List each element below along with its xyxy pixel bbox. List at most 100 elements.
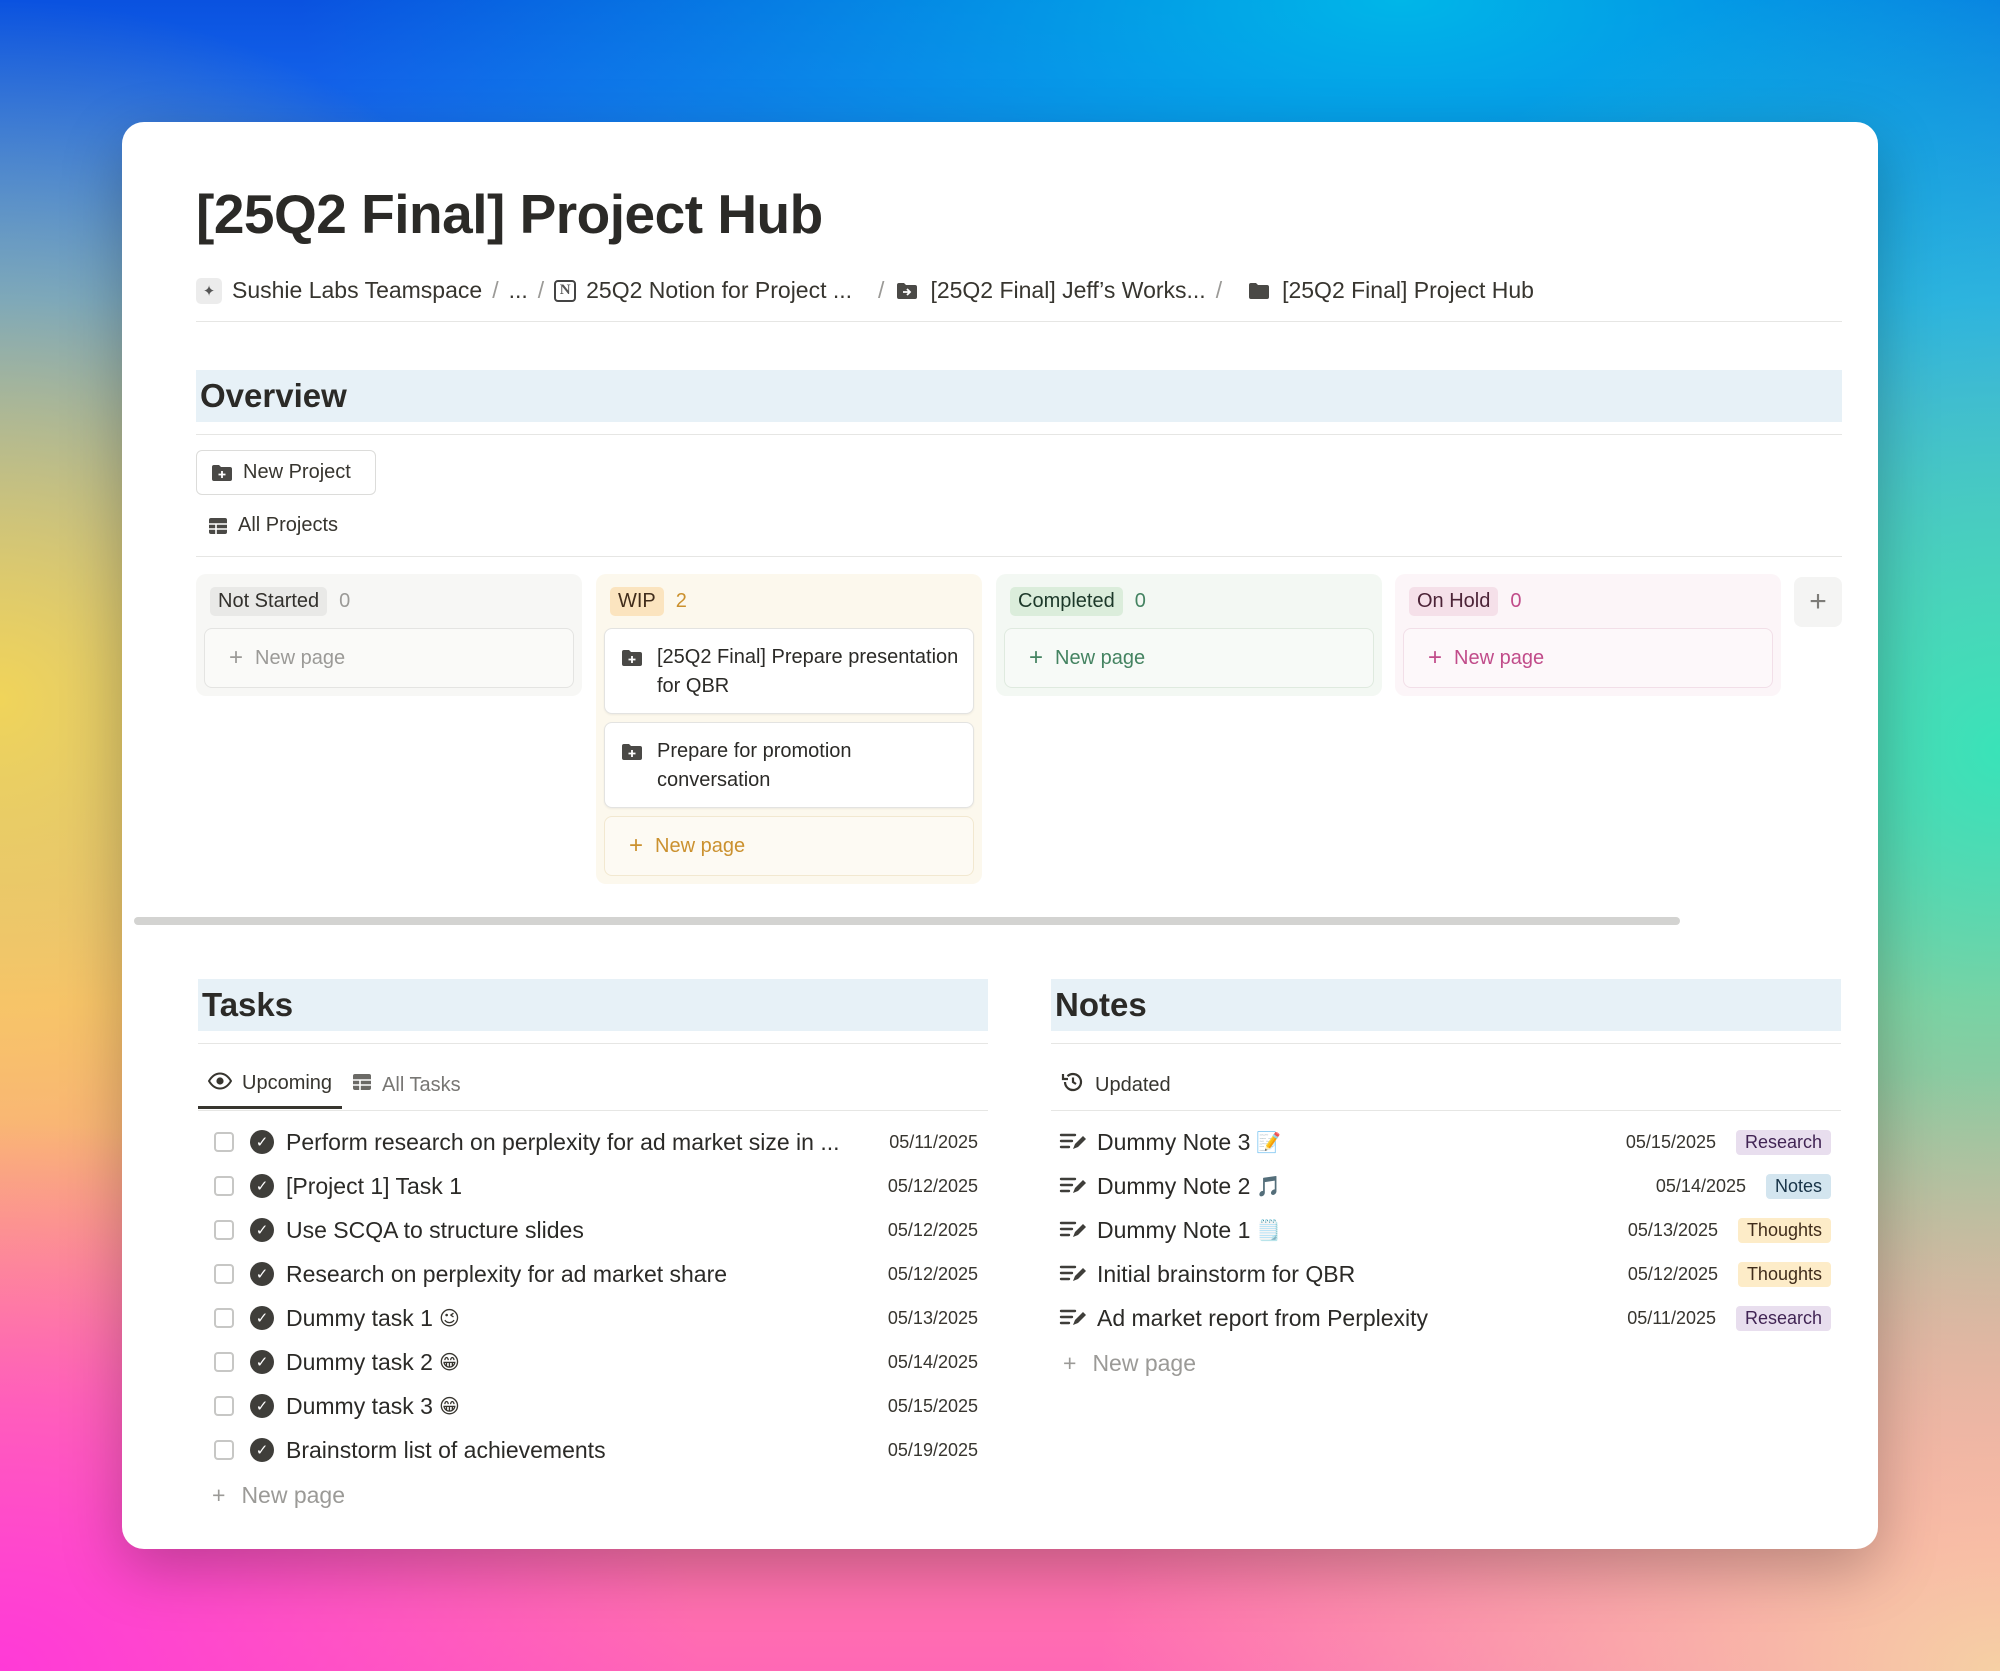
- task-row[interactable]: ✓ Dummy task 1 😉 05/13/2025: [198, 1296, 988, 1340]
- task-row[interactable]: ✓ Dummy task 3 😁 05/15/2025: [198, 1384, 988, 1428]
- task-date: 05/15/2025: [887, 1395, 978, 1416]
- column-count: 0: [1134, 589, 1146, 612]
- note-edit-icon: [1059, 1219, 1087, 1241]
- task-checkbox[interactable]: [214, 1396, 234, 1416]
- new-task-button[interactable]: + New page: [198, 1472, 988, 1518]
- breadcrumb-item-ellipsis[interactable]: ...: [509, 277, 528, 304]
- task-checkbox[interactable]: [214, 1308, 234, 1328]
- new-page-button[interactable]: + New page: [604, 816, 974, 876]
- column-header[interactable]: On Hold 0: [1403, 582, 1773, 620]
- new-page-label: New page: [241, 1481, 346, 1508]
- note-date: 05/13/2025: [1627, 1219, 1718, 1240]
- history-icon: [1061, 1071, 1085, 1099]
- eye-icon: [207, 1071, 233, 1096]
- task-checkbox[interactable]: [214, 1220, 234, 1240]
- task-title: Brainstorm list of achievements: [286, 1436, 606, 1463]
- plus-icon: +: [229, 644, 244, 671]
- new-project-label: New Project: [243, 461, 351, 483]
- task-checkbox[interactable]: [214, 1132, 234, 1152]
- note-row[interactable]: Dummy Note 1 🗒️ Thoughts 05/13/2025: [1051, 1208, 1841, 1252]
- new-project-button[interactable]: New Project: [196, 450, 376, 495]
- check-circle-icon: ✓: [250, 1350, 274, 1374]
- task-row[interactable]: ✓ [Project 1] Task 1 05/12/2025: [198, 1164, 988, 1208]
- task-date: 05/19/2025: [887, 1439, 978, 1460]
- breadcrumb-label: [25Q2 Final] Jeff’s Works...: [930, 277, 1206, 303]
- tab-label: All Projects: [238, 514, 339, 536]
- note-row[interactable]: Ad market report from Perplexity Research…: [1051, 1296, 1841, 1340]
- task-title: Dummy task 2: [286, 1348, 433, 1375]
- notes-heading: Notes: [1051, 979, 1841, 1031]
- task-title: Use SCQA to structure slides: [286, 1216, 584, 1243]
- note-row[interactable]: Initial brainstorm for QBR Thoughts 05/12/…: [1051, 1252, 1841, 1296]
- emoji-icon: 🗒️: [1256, 1219, 1282, 1242]
- breadcrumb-item-teamspace[interactable]: ✦ Sushie Labs Teamspace: [196, 277, 482, 304]
- divider: [198, 1043, 988, 1044]
- column-header[interactable]: WIP 2: [604, 582, 974, 620]
- note-tag: Research: [1735, 1305, 1831, 1331]
- task-date: 05/13/2025: [887, 1307, 978, 1328]
- breadcrumb-separator: /: [492, 277, 499, 303]
- note-edit-icon: [1059, 1307, 1087, 1329]
- add-group-button[interactable]: +: [1794, 577, 1842, 627]
- new-page-label: New page: [255, 646, 346, 669]
- new-page-button[interactable]: + New page: [1004, 628, 1374, 688]
- task-title: Research on perplexity for ad market sha…: [286, 1260, 728, 1287]
- notes-view-tabs: Updated: [1051, 1061, 1181, 1109]
- card-title: [25Q2 Final] Prepare presentation for QB…: [657, 646, 959, 697]
- check-circle-icon: ✓: [250, 1394, 274, 1418]
- task-checkbox[interactable]: [214, 1176, 234, 1196]
- divider: [196, 434, 1842, 435]
- project-card[interactable]: Prepare for promotion conversation: [604, 722, 974, 808]
- task-checkbox[interactable]: [214, 1352, 234, 1372]
- breadcrumb-item-workspace[interactable]: [25Q2 Final] Jeff’s Works...: [894, 277, 1206, 304]
- breadcrumb-label: [25Q2 Final] Project Hub: [1282, 277, 1534, 303]
- tab-label: Updated: [1095, 1073, 1171, 1096]
- column-header[interactable]: Not Started 0: [204, 582, 574, 620]
- task-row[interactable]: ✓ Dummy task 2 😁 05/14/2025: [198, 1340, 988, 1384]
- note-row[interactable]: Dummy Note 3 📝 Research 05/15/2025: [1051, 1120, 1841, 1164]
- plus-icon: +: [1029, 644, 1044, 671]
- tab-all-projects[interactable]: All Projects: [208, 514, 338, 537]
- table-icon: [352, 1073, 372, 1097]
- note-date: 05/14/2025: [1655, 1175, 1746, 1196]
- horizontal-scrollbar[interactable]: [134, 917, 1680, 925]
- overview-heading: Overview: [196, 370, 1842, 422]
- task-title: Dummy task 1: [286, 1304, 433, 1331]
- note-tag: Thoughts: [1737, 1217, 1831, 1243]
- task-row[interactable]: ✓ Research on perplexity for ad market sh…: [198, 1252, 988, 1296]
- task-checkbox[interactable]: [214, 1264, 234, 1284]
- note-title: Dummy Note 3: [1097, 1128, 1251, 1155]
- emoji-icon: 😁: [438, 1395, 460, 1418]
- check-circle-icon: ✓: [250, 1174, 274, 1198]
- note-tag: Thoughts: [1737, 1261, 1831, 1287]
- new-page-button[interactable]: + New page: [1403, 628, 1773, 688]
- note-row[interactable]: Dummy Note 2 🎵 Notes 05/14/2025: [1051, 1164, 1841, 1208]
- task-date: 05/12/2025: [887, 1219, 978, 1240]
- task-row[interactable]: ✓ Perform research on perplexity for ad m…: [198, 1120, 988, 1164]
- project-card[interactable]: [25Q2 Final] Prepare presentation for QB…: [604, 628, 974, 714]
- task-list: ✓ Perform research on perplexity for ad m…: [198, 1120, 988, 1518]
- check-circle-icon: ✓: [250, 1262, 274, 1286]
- tab-all-tasks[interactable]: All Tasks: [342, 1061, 471, 1109]
- new-note-button[interactable]: + New page: [1051, 1340, 1841, 1386]
- check-circle-icon: ✓: [250, 1130, 274, 1154]
- note-edit-icon: [1059, 1263, 1087, 1285]
- folder-plus-icon: [211, 464, 233, 482]
- tab-updated[interactable]: Updated: [1051, 1061, 1181, 1109]
- task-checkbox[interactable]: [214, 1440, 234, 1460]
- note-date: 05/12/2025: [1627, 1263, 1718, 1284]
- divider: [1051, 1110, 1841, 1111]
- breadcrumb-separator: /: [1215, 277, 1223, 303]
- breadcrumb-item-notion-project[interactable]: N 25Q2 Notion for Project ...: [554, 277, 852, 304]
- breadcrumb-item-project-hub[interactable]: [25Q2 Final] Project Hub: [1246, 277, 1534, 304]
- note-edit-icon: [1059, 1131, 1087, 1153]
- task-row[interactable]: ✓ Use SCQA to structure slides 05/12/2025: [198, 1208, 988, 1252]
- new-page-label: New page: [1454, 646, 1545, 669]
- note-list: Dummy Note 3 📝 Research 05/15/2025 Dummy Not…: [1051, 1120, 1841, 1386]
- note-date: 05/11/2025: [1627, 1307, 1716, 1328]
- tab-upcoming[interactable]: Upcoming: [198, 1061, 343, 1109]
- task-row[interactable]: ✓ Brainstorm list of achievements 05/19/20…: [198, 1428, 988, 1472]
- column-header[interactable]: Completed 0: [1004, 582, 1374, 620]
- new-page-button[interactable]: + New page: [204, 628, 574, 688]
- divider: [196, 556, 1842, 557]
